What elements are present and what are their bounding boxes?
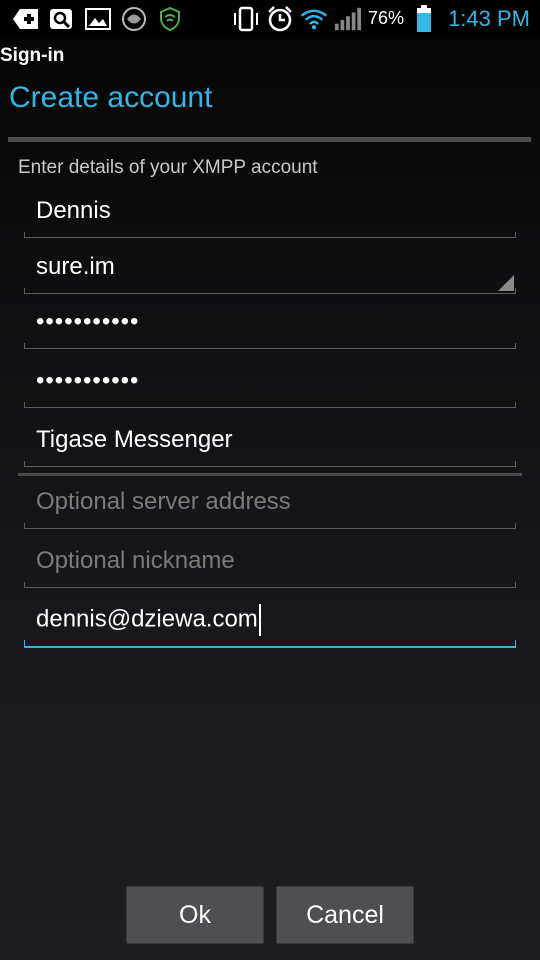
system-indicators: 76% 1:43 PM: [232, 0, 530, 37]
server-address-placeholder: Optional server address: [36, 487, 291, 515]
nickname-field[interactable]: Optional nickname: [24, 534, 516, 588]
battery-percent: 76%: [368, 8, 405, 28]
vibrate-icon: [232, 5, 260, 33]
domain-value: sure.im: [36, 252, 115, 280]
server-address-field[interactable]: Optional server address: [24, 475, 516, 529]
username-field[interactable]: Dennis: [24, 184, 516, 238]
signal-icon: [334, 5, 362, 33]
image-notification-icon: [84, 5, 112, 33]
status-bar: 76% 1:43 PM: [0, 0, 540, 37]
ok-button[interactable]: Ok: [126, 886, 264, 944]
email-value: dennis@dziewa.com: [36, 605, 258, 633]
window-title: Sign-in: [0, 45, 65, 66]
clock: 1:43 PM: [448, 5, 530, 31]
notification-icons: [0, 5, 184, 33]
full-name-value: Tigase Messenger: [36, 425, 233, 453]
cancel-button[interactable]: Cancel: [276, 886, 414, 944]
alarm-icon: [266, 5, 294, 33]
dialog-title: Create account: [9, 81, 213, 114]
email-field[interactable]: dennis@dziewa.com: [24, 594, 516, 648]
app-notification-icon: [120, 5, 148, 33]
full-name-field[interactable]: Tigase Messenger: [24, 413, 516, 467]
password-confirm-value: •••••••••••: [36, 366, 140, 394]
text-cursor: [258, 604, 261, 636]
battery-icon: [410, 4, 438, 33]
email-text: dennis@dziewa.com: [24, 604, 261, 636]
password-confirm-field[interactable]: •••••••••••: [24, 354, 516, 408]
username-value: Dennis: [36, 196, 111, 224]
password-value: •••••••••••: [36, 307, 140, 335]
title-divider: [8, 137, 531, 142]
wifi-icon: [300, 5, 328, 33]
dialog-subtitle: Enter details of your XMPP account: [18, 157, 318, 178]
dropdown-arrow-icon: [498, 275, 514, 291]
password-field[interactable]: •••••••••••: [24, 295, 516, 349]
nickname-placeholder: Optional nickname: [36, 546, 235, 574]
domain-spinner[interactable]: sure.im: [24, 240, 516, 294]
sign-in-screen: Sign-in Create account Enter details of …: [0, 37, 540, 960]
add-notification-icon: [12, 5, 40, 33]
shield-icon: [156, 5, 184, 33]
search-notification-icon: [48, 5, 76, 33]
